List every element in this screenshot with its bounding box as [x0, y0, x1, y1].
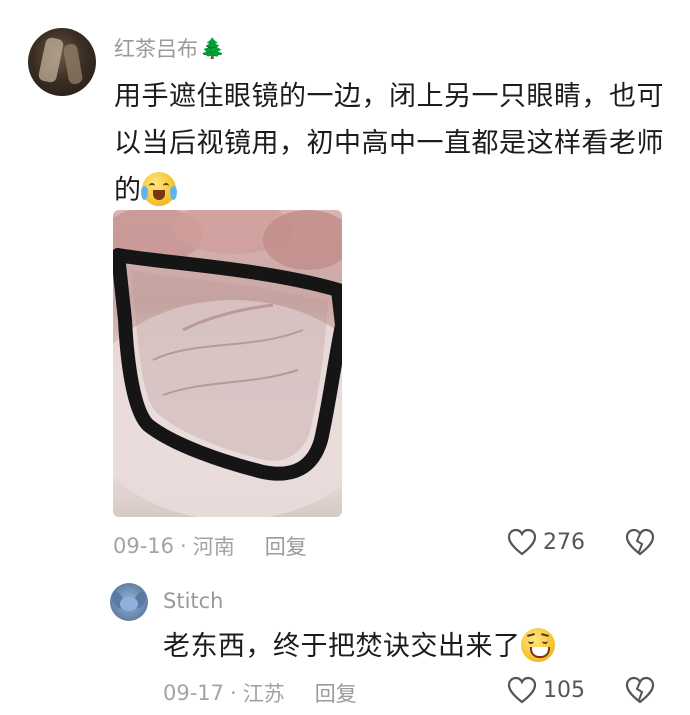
commenter-username[interactable]: 红茶吕布 🌲	[114, 33, 225, 63]
like-button[interactable]: 105	[507, 676, 585, 704]
comment-location: 河南	[192, 535, 235, 559]
reply-button[interactable]: 回复	[315, 678, 357, 708]
reply-location: 江苏	[242, 682, 285, 706]
meta-separator: ·	[180, 534, 187, 558]
comment-date: 09-16	[113, 534, 175, 558]
commenter-avatar[interactable]	[28, 28, 96, 96]
reply-body: 老东西，终于把焚诀交出来了	[163, 623, 555, 670]
glasses-photo	[113, 210, 342, 517]
comment-body: 用手遮住眼镜的一边，闭上另一只眼睛，也可以当后视镜用，初中高中一直都是这样看老师…	[114, 73, 674, 214]
avatar-detail	[37, 36, 65, 84]
comment-meta: 09-16 · 河南 回复	[113, 531, 307, 561]
like-button[interactable]: 276	[507, 528, 585, 556]
heart-icon	[507, 676, 537, 704]
comment-text: 用手遮住眼镜的一边，闭上另一只眼睛，也可以当后视镜用，初中高中一直都是这样看老师…	[114, 81, 664, 206]
dislike-button[interactable]	[625, 676, 655, 708]
reply-text: 老东西，终于把焚诀交出来了	[163, 631, 521, 662]
reply-avatar[interactable]	[110, 583, 148, 621]
reply-meta: 09-17 · 江苏 回复	[163, 678, 357, 708]
dislike-button[interactable]	[625, 528, 655, 560]
reply-date: 09-17	[163, 681, 225, 705]
reply-username[interactable]: Stitch	[163, 589, 224, 613]
grinning-face-icon	[520, 627, 555, 662]
like-count: 276	[543, 529, 585, 555]
meta-separator: ·	[230, 681, 237, 705]
avatar-detail	[62, 43, 84, 85]
broken-heart-icon	[625, 676, 655, 704]
comment-image[interactable]	[113, 210, 342, 517]
username-text: 红茶吕布	[114, 37, 198, 61]
like-count: 105	[543, 677, 585, 703]
heart-icon	[507, 528, 537, 556]
crying-laughing-face-icon	[140, 171, 177, 206]
broken-heart-icon	[625, 528, 655, 556]
evergreen-tree-icon: 🌲	[200, 36, 225, 60]
reply-button[interactable]: 回复	[265, 531, 307, 561]
